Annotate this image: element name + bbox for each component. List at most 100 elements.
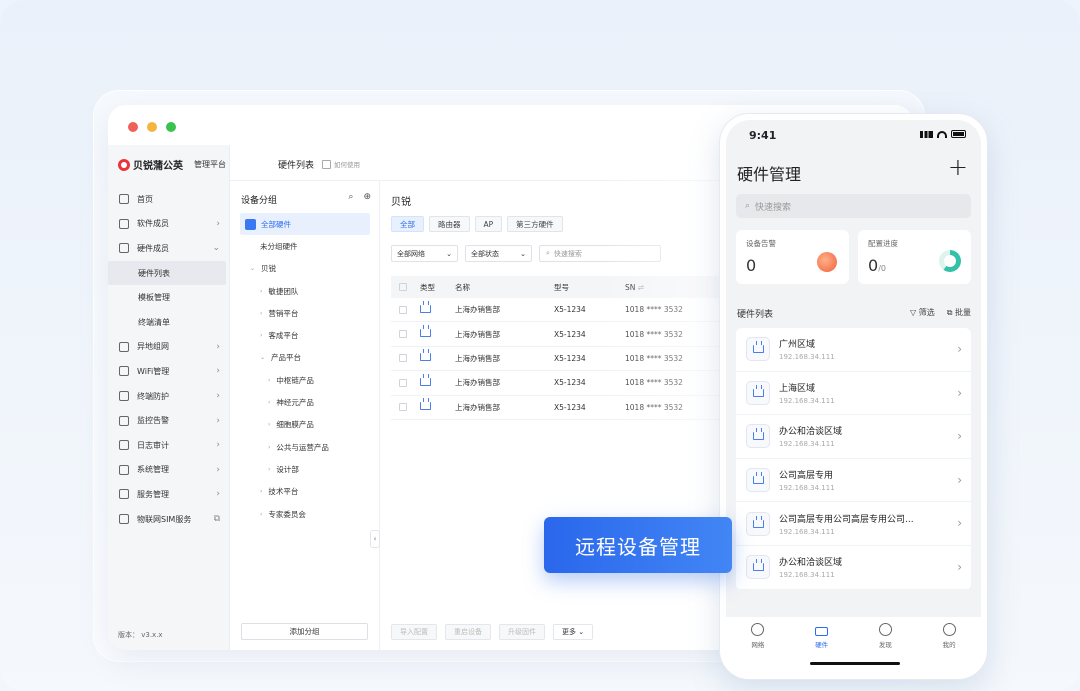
reboot-device-button[interactable]: 重启设备 xyxy=(445,624,491,640)
maximize-dot[interactable] xyxy=(166,122,176,132)
phone-list-item[interactable]: 广州区域 192.168.34.111 › xyxy=(736,328,971,372)
phone-search-input[interactable]: ⌕ 快速搜索 xyxy=(736,194,971,218)
tree-arrow-icon[interactable]: › xyxy=(268,444,270,451)
tree-arrow-icon[interactable]: › xyxy=(268,399,270,406)
tree-arrow-icon[interactable]: › xyxy=(260,288,262,295)
network-select[interactable]: 全部网络 ⌄ xyxy=(391,245,458,262)
tree-arrow-icon[interactable]: › xyxy=(260,332,262,339)
tree-item[interactable]: ⌄ 贝锐 xyxy=(240,258,370,280)
sidebar-item[interactable]: 软件成员 › xyxy=(108,212,230,237)
filter-bar: 全部网络 ⌄ 全部状态 ⌄ ⌕ 快速搜索 xyxy=(391,245,661,262)
tree-item[interactable]: › 公共与运营产品 xyxy=(240,436,370,458)
tree-item[interactable]: ⌄ 产品平台 xyxy=(240,347,370,369)
col-sn[interactable]: SN ⇌ xyxy=(625,283,725,292)
row-checkbox[interactable] xyxy=(399,403,407,412)
more-button[interactable]: 更多 ⌄ xyxy=(553,624,594,640)
batch-button[interactable]: ⧉ 批量 xyxy=(947,307,971,318)
sidebar-item[interactable]: 日志审计 › xyxy=(108,433,230,458)
page-title: 硬件列表 xyxy=(278,161,315,171)
sidebar-item[interactable]: 硬件成员 ⌄ xyxy=(108,236,230,261)
device-glyph-icon xyxy=(752,559,764,572)
sidebar-item[interactable]: WiFi管理 › xyxy=(108,359,230,384)
tree-arrow-icon[interactable]: › xyxy=(268,466,270,473)
status-select[interactable]: 全部状态 ⌄ xyxy=(465,245,532,262)
sidebar-item[interactable]: 硬件列表 xyxy=(108,260,226,286)
phone-title: 硬件管理 xyxy=(737,165,802,184)
sidebar-item[interactable]: 模板管理 xyxy=(108,285,230,310)
row-checkbox[interactable] xyxy=(399,354,407,363)
collapse-panel-button[interactable]: ‹ xyxy=(370,530,380,548)
row-name: 上海办销售部 xyxy=(455,402,500,412)
phone-list-item[interactable]: 公司高层专用公司高层专用公司... 192.168.34.111 › xyxy=(736,502,971,546)
tree-item-label: 未分组硬件 xyxy=(260,241,298,251)
sidebar-item[interactable]: 首页 xyxy=(108,187,230,212)
alert-stat-card[interactable]: 设备告警 0 xyxy=(736,230,849,284)
phone-tab[interactable]: 硬件 xyxy=(802,623,842,673)
type-tabs: 全部 路由器 AP 第三方硬件 xyxy=(391,216,563,232)
search-input[interactable]: ⌕ 快速搜索 xyxy=(539,245,661,262)
router-icon xyxy=(746,555,770,580)
item-ip: 192.168.34.111 xyxy=(779,396,835,405)
phone-list-item[interactable]: 办公和洽谈区域 192.168.34.111 › xyxy=(736,546,971,590)
add-icon[interactable]: + xyxy=(948,153,968,181)
wifi-icon xyxy=(119,366,129,377)
tab-item[interactable]: 全部 xyxy=(391,216,424,232)
config-stat-card[interactable]: 配置进度 0/0 xyxy=(858,230,971,284)
tree-arrow-icon[interactable]: › xyxy=(268,377,270,384)
phone-screen: 9:41 硬件管理 + ⌕ 快速搜索 设备告警 0 配置进度 0/0 硬件列表 ▽… xyxy=(726,120,981,673)
sidebar-item[interactable]: 异地组网 › xyxy=(108,335,230,360)
row-checkbox[interactable] xyxy=(399,378,407,387)
tree-item[interactable]: › 中枢链产品 xyxy=(240,369,370,391)
upgrade-firmware-button[interactable]: 升级固件 xyxy=(499,624,545,640)
import-config-button[interactable]: 导入配置 xyxy=(391,624,437,640)
chevron-right-icon: › xyxy=(957,385,962,400)
search-icon[interactable]: ⌕ xyxy=(348,192,353,202)
phone-list-item[interactable]: 上海区域 192.168.34.111 › xyxy=(736,372,971,416)
sidebar-nav: 首页 软件成员 › 硬件成员 ⌄ 硬件列表 模板管理 终端清单 异地组网 › WiFi管理 › 终端防护… xyxy=(108,187,230,531)
help-link[interactable]: 如何使用 xyxy=(322,159,360,169)
select-all-checkbox[interactable] xyxy=(399,283,407,291)
phone-tab[interactable]: 我的 xyxy=(929,623,969,673)
item-ip: 192.168.34.111 xyxy=(779,353,835,362)
sidebar-item[interactable]: 物联网SIM服务 ⧉ xyxy=(108,507,230,532)
add-group-button[interactable]: 添加分组 xyxy=(241,623,368,640)
close-dot[interactable] xyxy=(128,122,138,132)
sidebar-item[interactable]: 监控告警 › xyxy=(108,408,230,433)
filter-button[interactable]: ▽ 筛选 xyxy=(910,307,935,318)
tree-item[interactable]: › 客成平台 xyxy=(240,324,370,346)
sidebar-item[interactable]: 终端清单 xyxy=(108,310,230,335)
phone-list-item[interactable]: 公司高层专用 192.168.34.111 › xyxy=(736,459,971,503)
brand-logo[interactable]: 贝锐蒲公英 管理平台 xyxy=(118,157,226,172)
tree-item[interactable]: › 设计部 xyxy=(240,458,370,480)
tree-item[interactable]: 未分组硬件 xyxy=(240,235,370,257)
tree-item[interactable]: › 细胞膜产品 xyxy=(240,414,370,436)
sidebar-item[interactable]: 服务管理 › xyxy=(108,482,230,507)
tab-item[interactable]: 路由器 xyxy=(429,216,470,232)
tree-arrow-icon[interactable]: › xyxy=(260,488,262,495)
tree-item[interactable]: › 专家委员会 xyxy=(240,503,370,525)
tree-item[interactable]: 全部硬件 xyxy=(240,213,370,236)
sidebar-item[interactable]: 系统管理 › xyxy=(108,458,230,483)
chevron-icon: › xyxy=(216,464,220,475)
sidebar-item[interactable]: 终端防护 › xyxy=(108,384,230,409)
add-circle-icon[interactable]: ⊕ xyxy=(363,192,371,202)
tree-item[interactable]: › 技术平台 xyxy=(240,481,370,503)
tree-arrow-icon[interactable]: ⌄ xyxy=(260,354,265,361)
tree-arrow-icon[interactable]: ⌄ xyxy=(250,265,255,272)
chevron-right-icon: › xyxy=(957,559,962,574)
phone-tab[interactable]: 网络 xyxy=(738,623,778,673)
tree-arrow-icon[interactable]: › xyxy=(260,511,262,518)
tree-item[interactable]: › 神经元产品 xyxy=(240,391,370,413)
tree-arrow-icon[interactable]: › xyxy=(260,310,262,317)
phone-list-item[interactable]: 办公和洽谈区域 192.168.34.111 › xyxy=(736,415,971,459)
tab-item[interactable]: AP xyxy=(474,216,503,232)
tab-item[interactable]: 第三方硬件 xyxy=(507,216,563,232)
tree-arrow-icon[interactable]: › xyxy=(268,421,270,428)
tree-item[interactable]: › 营销平台 xyxy=(240,302,370,324)
phone-tab[interactable]: 发现 xyxy=(865,623,905,673)
row-checkbox[interactable] xyxy=(399,305,407,314)
row-checkbox[interactable] xyxy=(399,330,407,339)
item-name: 上海区域 xyxy=(779,383,816,394)
tree-item[interactable]: › 敏捷团队 xyxy=(240,280,370,302)
minimize-dot[interactable] xyxy=(147,122,157,132)
